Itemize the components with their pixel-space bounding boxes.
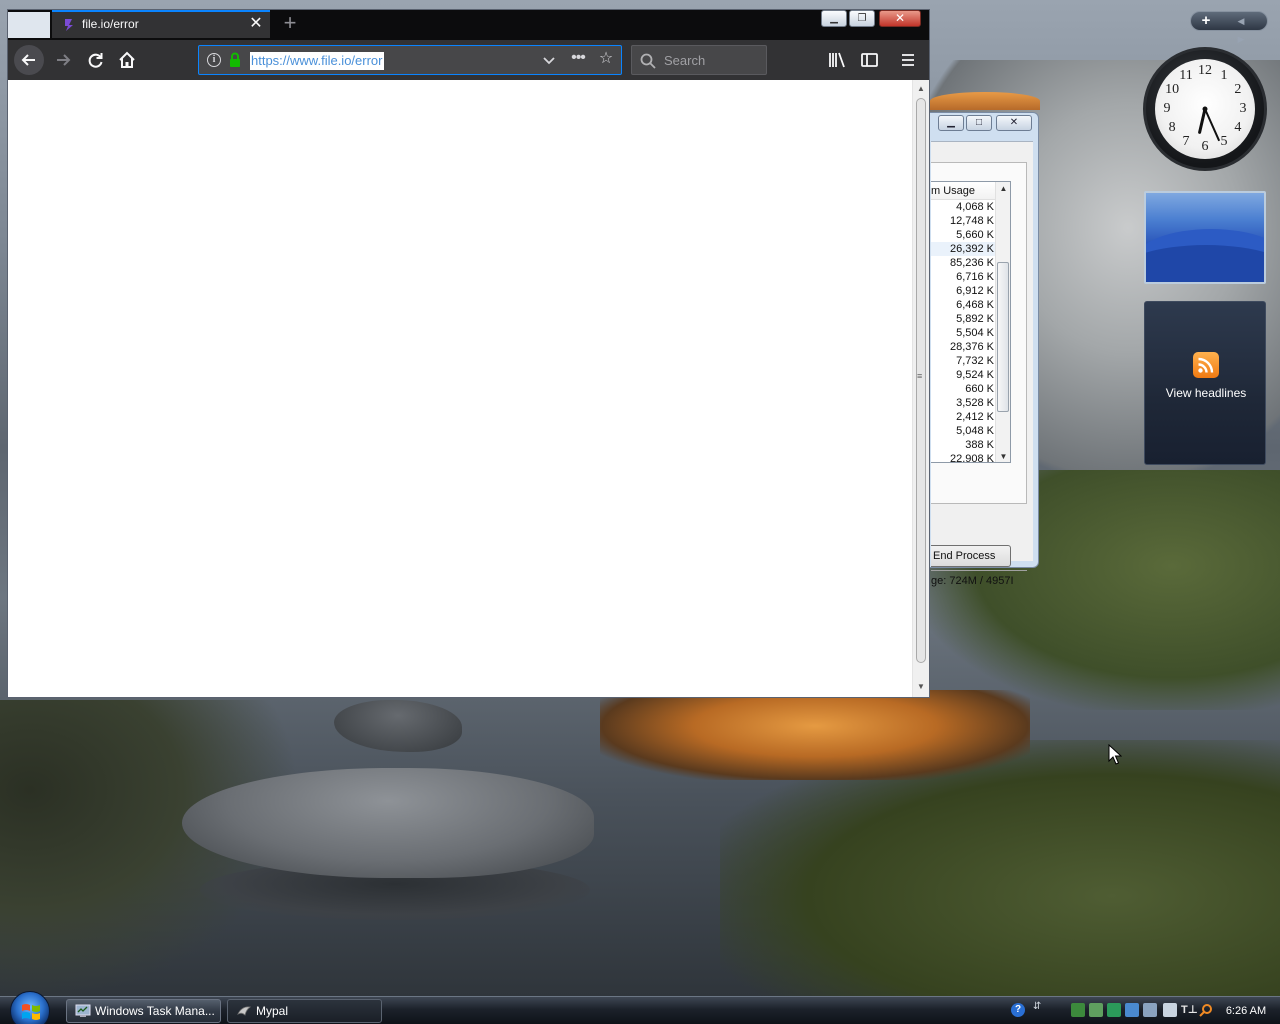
search-tray-icon[interactable]: [1199, 1003, 1213, 1017]
scroll-up-arrow[interactable]: ▲: [996, 182, 1010, 196]
tab-title: file.io/error: [82, 17, 139, 31]
task-manager-body: m Usage 4,068 K 12,748 K 5,660 K 26,392 K 85…: [931, 141, 1033, 587]
start-button[interactable]: [10, 991, 50, 1024]
task-manager-status: ge: 724M / 4957I: [931, 570, 1027, 590]
language-bar-icon[interactable]: ⇵: [1033, 1002, 1047, 1017]
add-gadget-button[interactable]: +: [1195, 12, 1217, 30]
windows-logo-icon: [22, 1004, 40, 1020]
system-tray: ? ⇵ T⊥ 6:26 AM: [1005, 999, 1280, 1023]
browser-window[interactable]: file.io/error ✕ + ▁ ❐ ✕ i https://www.fi…: [7, 9, 930, 698]
mouse-cursor-icon: [1108, 744, 1122, 765]
clock-hands: [1198, 106, 1220, 142]
home-button[interactable]: [112, 45, 142, 75]
reload-button[interactable]: [81, 45, 111, 75]
forward-button[interactable]: [48, 45, 78, 75]
taskbar: Windows Task Mana... Mypal ? ⇵ T⊥ 6:26 A…: [0, 991, 1280, 1024]
minute-hand: [1204, 108, 1220, 142]
page-scroll-up[interactable]: ▲: [913, 82, 929, 96]
bookmark-star-icon[interactable]: ☆: [597, 50, 615, 68]
hour-hand: [1198, 107, 1207, 134]
update-icon[interactable]: [1125, 1003, 1139, 1017]
sidebar-controls: + ◀ ▶: [1190, 11, 1268, 44]
process-list-scrollbar[interactable]: ▲ ▼: [995, 182, 1010, 462]
network-icon[interactable]: [1071, 1003, 1085, 1017]
gadget-nav-arrows[interactable]: ◀ ▶: [1225, 12, 1265, 44]
url-selected: https://www.file.io/error: [251, 53, 383, 68]
close-button[interactable]: ✕: [879, 10, 921, 27]
end-process-button[interactable]: End Process: [931, 545, 1011, 567]
wallpaper-sunlit-peak: [930, 92, 1040, 110]
page-scrollbar[interactable]: ▲ ≡ ▼: [912, 80, 929, 697]
maximize-button[interactable]: ❐: [849, 10, 875, 27]
ime-icon[interactable]: T⊥: [1181, 1003, 1198, 1017]
forward-arrow-icon: [57, 54, 71, 66]
wallpaper-small-rock: [334, 700, 462, 752]
processes-tab-panel: m Usage 4,068 K 12,748 K 5,660 K 26,392 K 85…: [931, 162, 1027, 567]
scroll-thumb[interactable]: [997, 262, 1009, 412]
search-placeholder: Search: [664, 53, 706, 68]
rss-icon: [1193, 352, 1219, 378]
search-box[interactable]: Search: [631, 45, 767, 75]
process-list[interactable]: m Usage 4,068 K 12,748 K 5,660 K 26,392 K 85…: [931, 181, 1011, 463]
feed-headlines-gadget[interactable]: View headlines: [1144, 301, 1266, 465]
page-content[interactable]: ▲ ≡ ▼: [8, 80, 929, 697]
taskbar-item-label: Mypal: [256, 1004, 289, 1018]
site-info-icon[interactable]: i: [207, 53, 221, 67]
library-icon[interactable]: [822, 45, 852, 75]
minimize-button[interactable]: ▁: [821, 10, 847, 27]
wallpaper-large-rock: [182, 768, 594, 878]
tab-strip: file.io/error ✕ + ▁ ❐ ✕: [8, 10, 929, 38]
new-tab-button[interactable]: +: [278, 12, 302, 36]
slideshow-mountain-front: [1146, 245, 1264, 282]
view-headlines-link[interactable]: View headlines: [1145, 386, 1267, 400]
taskbar-item-task-manager[interactable]: Windows Task Mana...: [66, 999, 221, 1023]
clock-face: 12 1 2 3 4 5 6 7 8 9 10 11: [1155, 59, 1255, 159]
mypal-icon: [237, 1006, 252, 1016]
taskbar-item-label: Windows Task Mana...: [95, 1004, 215, 1018]
task-manager-icon: [75, 1004, 91, 1017]
menu-hamburger-icon[interactable]: [893, 45, 923, 75]
scroll-grip-icon: ≡: [917, 371, 923, 381]
back-arrow-icon: [21, 54, 35, 66]
task-manager-maximize-button[interactable]: □: [966, 115, 992, 131]
volume-icon[interactable]: [1089, 1003, 1103, 1017]
clock-gadget[interactable]: 12 1 2 3 4 5 6 7 8 9 10 11: [1143, 47, 1267, 171]
display-icon[interactable]: [1163, 1003, 1177, 1017]
tab-close-icon[interactable]: ✕: [248, 15, 264, 33]
home-icon: [119, 51, 135, 68]
slideshow-gadget[interactable]: [1144, 191, 1266, 284]
url-text[interactable]: https://www.file.io/error: [250, 52, 384, 70]
page-actions-icon[interactable]: •••: [569, 50, 587, 69]
taskbar-clock[interactable]: 6:26 AM: [1221, 999, 1271, 1023]
back-button[interactable]: [14, 45, 44, 75]
taskbar-item-mypal[interactable]: Mypal: [227, 999, 382, 1023]
tab-file-io[interactable]: file.io/error ✕: [52, 10, 270, 38]
clock-center: [1202, 106, 1208, 112]
navigation-toolbar: i https://www.file.io/error ••• ☆ Search: [8, 40, 929, 80]
wallpaper-reflection: [600, 690, 1030, 780]
task-manager-window[interactable]: ▁ □ ✕ m Usage 4,068 K 12,748 K 5,660 K 26,3…: [929, 112, 1039, 587]
help-icon[interactable]: ?: [1011, 1003, 1025, 1017]
security-icon[interactable]: [1107, 1003, 1121, 1017]
usb-icon[interactable]: [1143, 1003, 1157, 1017]
url-dropdown-icon[interactable]: [542, 52, 556, 68]
scroll-down-arrow[interactable]: ▼: [996, 450, 1010, 462]
favicon-icon: [65, 19, 73, 31]
lock-icon[interactable]: [229, 52, 241, 68]
previous-tab-area[interactable]: [8, 12, 50, 38]
page-scroll-down[interactable]: ▼: [913, 680, 929, 694]
task-manager-minimize-button[interactable]: ▁: [938, 115, 964, 131]
reload-icon: [88, 53, 103, 68]
search-icon: [640, 53, 656, 69]
sidebar-toggle-icon[interactable]: [854, 45, 884, 75]
task-manager-close-button[interactable]: ✕: [996, 115, 1032, 131]
address-bar[interactable]: i https://www.file.io/error ••• ☆: [198, 45, 622, 75]
